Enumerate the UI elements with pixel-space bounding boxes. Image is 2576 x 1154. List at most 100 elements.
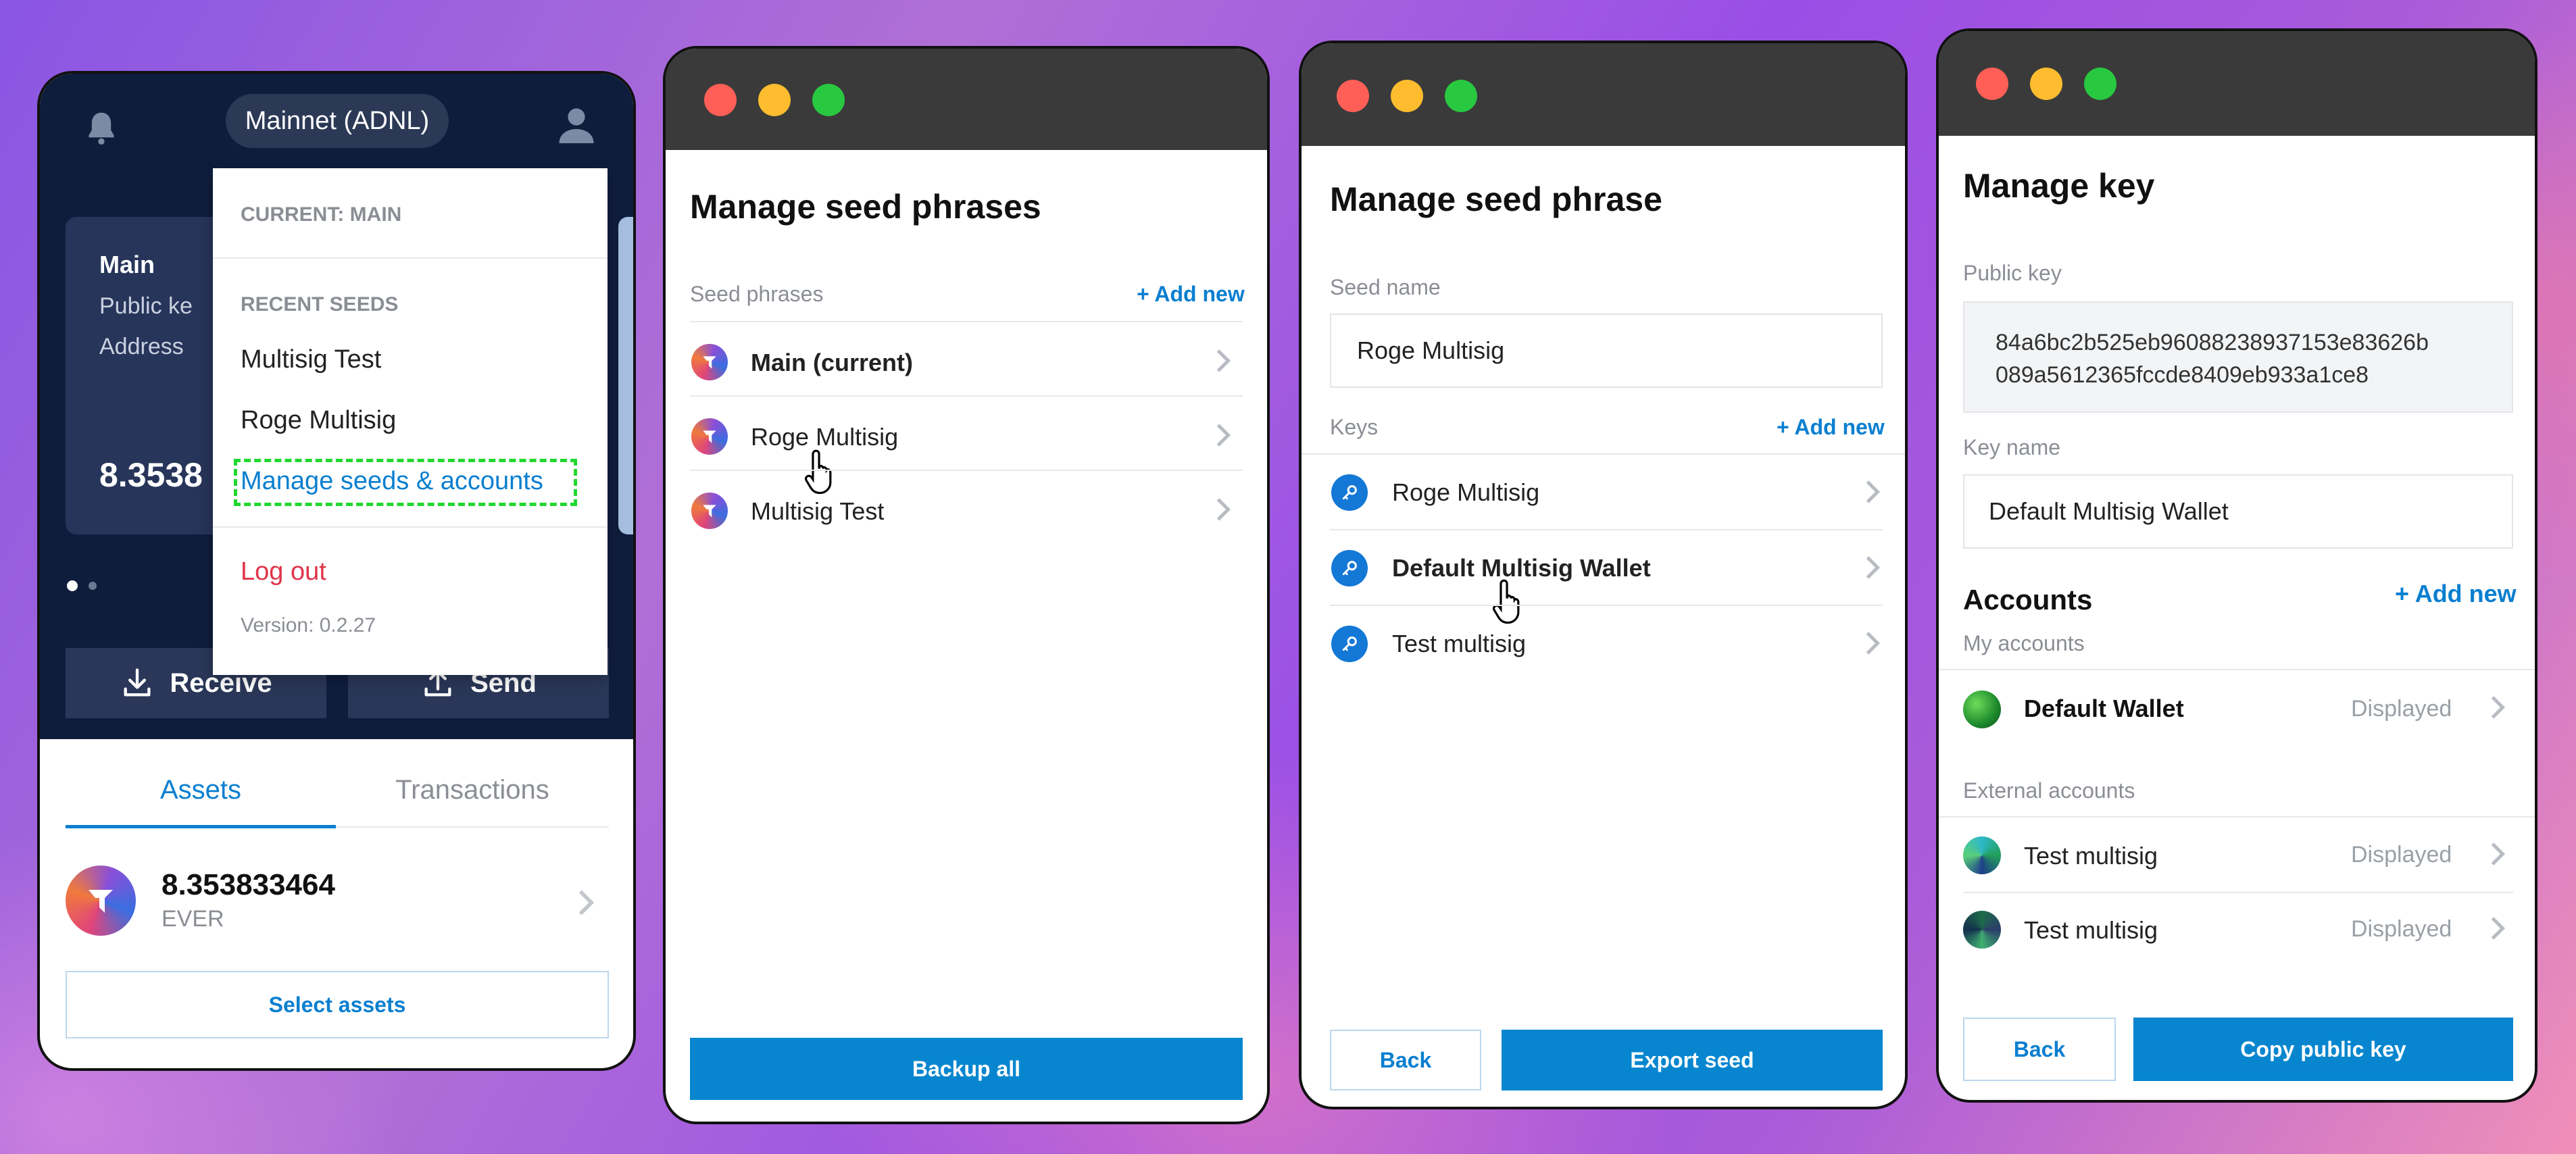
chevron-right-icon (2487, 841, 2508, 868)
chevron-right-icon (1862, 554, 1883, 581)
key-icon-glyph (1339, 634, 1360, 654)
copy-public-key-label: Copy public key (2240, 1036, 2406, 1061)
tab-transactions-label: Transactions (395, 774, 549, 805)
wallet-window: Mainnet (ADNL) Main Public ke Address 8.… (37, 71, 636, 1071)
dropdown-recent-seed[interactable]: Multisig Test (241, 345, 381, 374)
maximize-icon[interactable] (2084, 68, 2116, 100)
seed-phrases-label: Seed phrases (690, 282, 824, 306)
card-public-key-label: Public ke (99, 293, 193, 319)
account-name: Test multisig (2024, 916, 2158, 944)
backup-all-label: Backup all (912, 1056, 1021, 1081)
dropdown-divider (213, 526, 608, 528)
token-icon-mark (84, 884, 117, 917)
add-key-button[interactable]: + Add new (1777, 415, 1885, 440)
manage-seeds-link[interactable]: Manage seeds & accounts (241, 467, 543, 496)
external-accounts-label: External accounts (1963, 778, 2135, 803)
maximize-icon[interactable] (1445, 80, 1477, 112)
chevron-right-icon (2487, 694, 2508, 721)
page-title: Manage seed phrases (690, 188, 1041, 226)
key-name-label: Key name (1963, 435, 2061, 459)
account-avatar (1963, 836, 2001, 874)
tab-assets-underline (66, 825, 336, 828)
dropdown-recent-seed[interactable]: Roge Multisig (241, 406, 396, 435)
token-icon-mark (701, 502, 718, 520)
public-key-value: 089a5612365fccde8409eb933a1ce8 (1996, 362, 2369, 388)
add-account-button[interactable]: + Add new (2395, 580, 2517, 608)
backup-all-button[interactable]: Backup all (690, 1038, 1243, 1100)
back-label: Back (2013, 1036, 2066, 1061)
profile-icon[interactable] (552, 101, 601, 149)
account-status: Displayed (2351, 916, 2452, 942)
key-name-value: Default Multisig Wallet (1989, 497, 2229, 525)
token-icon-mark (701, 428, 718, 445)
logout-link[interactable]: Log out (241, 557, 326, 586)
key-window: Manage key Public key 84a6bc2b525eb96088… (1936, 28, 2537, 1103)
network-selector[interactable]: Mainnet (ADNL) (226, 94, 449, 148)
public-key-field[interactable] (1963, 301, 2513, 413)
chevron-right-icon (1213, 422, 1233, 449)
key-icon-glyph (1339, 558, 1360, 578)
seed-name-label: Seed name (1330, 275, 1441, 299)
pager-dot[interactable] (89, 582, 97, 590)
download-icon (120, 666, 155, 701)
dropdown-recent-label: RECENT SEEDS (241, 293, 399, 316)
asset-amount: 8.353833464 (162, 868, 335, 901)
select-assets-label: Select assets (268, 992, 406, 1017)
minimize-icon[interactable] (1391, 80, 1423, 112)
version-label: Version: 0.2.27 (241, 614, 376, 636)
account-name: Test multisig (2024, 842, 2158, 870)
chevron-right-icon (1862, 630, 1883, 657)
back-button[interactable]: Back (1963, 1018, 2116, 1081)
tabs-divider (336, 826, 609, 828)
public-key-value: 84a6bc2b525eb96088238937153e83626b (1996, 330, 2429, 355)
minimize-icon[interactable] (758, 84, 791, 116)
account-status: Displayed (2351, 696, 2452, 722)
back-label: Back (1379, 1047, 1432, 1072)
chevron-right-icon (1213, 347, 1233, 374)
bell-icon[interactable] (80, 107, 122, 149)
key-name: Test multisig (1392, 630, 1527, 657)
account-card-peek (618, 217, 633, 534)
close-icon[interactable] (1976, 68, 2008, 100)
card-address-label: Address (99, 334, 184, 359)
dropdown-current-label: CURRENT: MAIN (241, 203, 402, 226)
token-icon-mark (701, 353, 718, 371)
minimize-icon[interactable] (2030, 68, 2062, 100)
title-bar (666, 49, 1267, 150)
key-name: Roge Multisig (1392, 478, 1540, 506)
my-accounts-label: My accounts (1963, 631, 2085, 655)
account-name: Default Wallet (2024, 695, 2184, 722)
copy-public-key-button[interactable]: Copy public key (2133, 1018, 2513, 1081)
close-icon[interactable] (1337, 80, 1369, 112)
maximize-icon[interactable] (812, 84, 845, 116)
chevron-right-icon (1213, 496, 1233, 523)
add-seed-button[interactable]: + Add new (1137, 282, 1245, 307)
seed-name-field[interactable]: Roge Multisig (1330, 313, 1883, 388)
page-title: Manage seed phrase (1330, 180, 1662, 218)
close-icon[interactable] (704, 84, 737, 116)
account-status: Displayed (2351, 842, 2452, 868)
asset-row[interactable] (66, 857, 609, 938)
export-seed-label: Export seed (1630, 1047, 1754, 1072)
network-label: Mainnet (ADNL) (245, 106, 430, 135)
pager-dot-active[interactable] (67, 580, 78, 591)
select-assets-button[interactable]: Select assets (66, 971, 609, 1038)
seed-name: Multisig Test (751, 497, 885, 525)
chevron-right-icon (1862, 478, 1883, 505)
card-balance: 8.3538 (99, 456, 203, 494)
export-seed-button[interactable]: Export seed (1502, 1030, 1883, 1090)
chevron-right-icon (2487, 915, 2508, 942)
seeds-window: Manage seed phrases Seed phrases + Add n… (663, 46, 1270, 1124)
key-name-field[interactable]: Default Multisig Wallet (1963, 474, 2513, 549)
seed-name: Main (current) (751, 349, 914, 376)
tab-assets[interactable]: Assets (66, 756, 336, 824)
keys-label: Keys (1330, 415, 1379, 439)
back-button[interactable]: Back (1330, 1030, 1481, 1090)
dropdown-divider (213, 257, 608, 259)
tab-transactions[interactable]: Transactions (336, 756, 609, 824)
key-icon-glyph (1339, 482, 1360, 503)
asset-symbol: EVER (162, 906, 224, 932)
public-key-label: Public key (1963, 261, 2062, 285)
page-title: Manage key (1963, 167, 2155, 205)
title-bar (1939, 31, 2535, 136)
